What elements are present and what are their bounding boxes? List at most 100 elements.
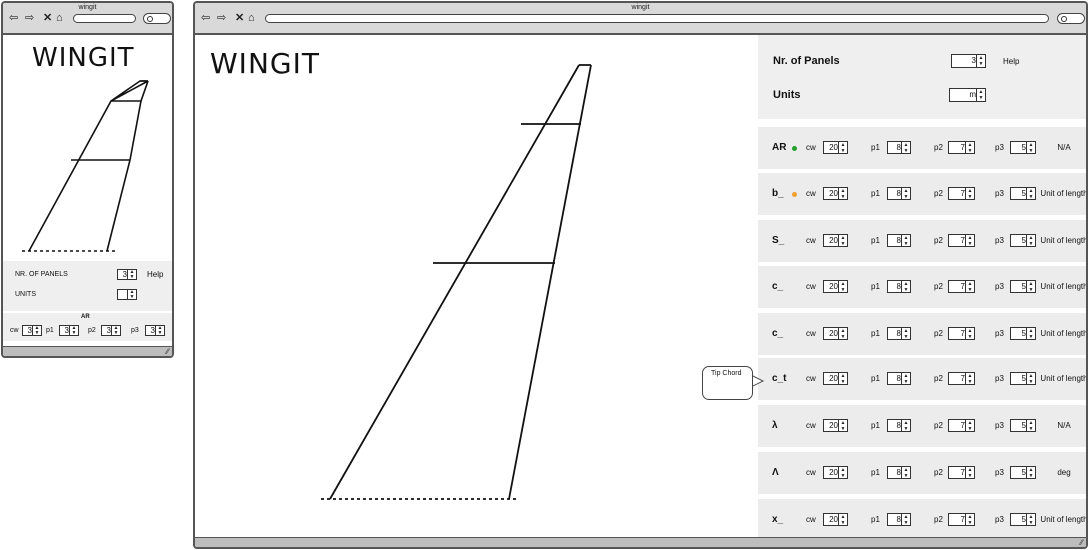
spin-arrows-icon[interactable]: ▲ ▼ (901, 373, 910, 385)
spin-arrows-icon[interactable]: ▲ ▼ (838, 142, 847, 154)
mobile-panels-stepper[interactable]: 3 ▲ ▼ (117, 269, 137, 280)
cw-stepper[interactable]: 20 ▲ ▼ (823, 280, 848, 293)
spin-arrows-icon[interactable]: ▲ ▼ (1026, 188, 1035, 200)
spin-arrows-icon[interactable]: ▲ ▼ (901, 467, 910, 479)
desktop-search-box[interactable] (1057, 13, 1085, 24)
spin-arrows-icon[interactable]: ▲ ▼ (1026, 142, 1035, 154)
cw-stepper[interactable]: 20 ▲ ▼ (823, 234, 848, 247)
resize-grip-icon[interactable]: ∕∕ (1080, 538, 1083, 547)
spin-arrows-icon[interactable]: ▲ ▼ (965, 514, 974, 526)
spin-arrows-icon[interactable]: ▲ ▼ (838, 373, 847, 385)
spin-arrows-icon[interactable]: ▲ ▼ (127, 290, 136, 300)
spin-arrows-icon[interactable]: ▲ ▼ (901, 328, 910, 340)
spin-arrows-icon[interactable]: ▲ ▼ (901, 281, 910, 293)
spin-arrows-icon[interactable]: ▲ ▼ (1026, 281, 1035, 293)
p1-stepper[interactable]: 8 ▲ ▼ (887, 234, 911, 247)
p3-stepper[interactable]: 5 ▲ ▼ (1010, 280, 1036, 293)
spin-arrows-icon[interactable]: ▲ ▼ (965, 467, 974, 479)
p3-stepper[interactable]: 5 ▲ ▼ (1010, 187, 1036, 200)
p2-stepper[interactable]: 7 ▲ ▼ (948, 466, 975, 479)
spin-arrows-icon[interactable]: ▲ ▼ (838, 467, 847, 479)
p1-stepper[interactable]: 8 ▲ ▼ (887, 280, 911, 293)
spin-arrows-icon[interactable]: ▲ ▼ (1026, 373, 1035, 385)
help-link[interactable]: Help (1003, 57, 1019, 66)
spin-arrows-icon[interactable]: ▲ ▼ (32, 326, 41, 336)
spin-arrows-icon[interactable]: ▲ ▼ (1026, 328, 1035, 340)
p2-stepper[interactable]: 7 ▲ ▼ (948, 513, 975, 526)
p2-stepper[interactable]: 7 ▲ ▼ (948, 327, 975, 340)
parameter-rows: AR cw 20 ▲ ▼ p1 8 ▲ ▼ p2 7 ▲ ▼ p3 5 ▲ ▼ N/A b_ cw 20 ▲ ▼ p1 8 ▲ ▼ p… (758, 124, 1086, 544)
p1-stepper[interactable]: 8 ▲ ▼ (887, 513, 911, 526)
spin-arrows-icon[interactable]: ▲ ▼ (965, 188, 974, 200)
spin-arrows-icon[interactable]: ▲ ▼ (1026, 467, 1035, 479)
mobile-units-stepper[interactable]: ▲ ▼ (117, 289, 137, 300)
spin-arrows-icon[interactable]: ▲ ▼ (838, 420, 847, 432)
cw-stepper[interactable]: 20 ▲ ▼ (823, 466, 848, 479)
spin-arrows-icon[interactable]: ▲ ▼ (901, 188, 910, 200)
p2-stepper[interactable]: 7 ▲ ▼ (948, 234, 975, 247)
spin-arrows-icon[interactable]: ▲ ▼ (901, 235, 910, 247)
p3-stepper[interactable]: 5 ▲ ▼ (1010, 466, 1036, 479)
p2-stepper[interactable]: 7 ▲ ▼ (948, 419, 975, 432)
p3-stepper[interactable]: 5 ▲ ▼ (1010, 141, 1036, 154)
spin-arrows-icon[interactable]: ▲ ▼ (901, 420, 910, 432)
p1-stepper[interactable]: 8 ▲ ▼ (887, 466, 911, 479)
cw-stepper[interactable]: 20 ▲ ▼ (823, 513, 848, 526)
spin-arrows-icon[interactable]: ▲ ▼ (1026, 514, 1035, 526)
p3-stepper[interactable]: 5 ▲ ▼ (1010, 372, 1036, 385)
spin-arrows-icon[interactable]: ▲ ▼ (1026, 420, 1035, 432)
spin-arrows-icon[interactable]: ▲ ▼ (976, 55, 985, 67)
spin-arrows-icon[interactable]: ▲ ▼ (965, 373, 974, 385)
p2-stepper[interactable]: 7 ▲ ▼ (948, 187, 975, 200)
spin-arrows-icon[interactable]: ▲ ▼ (838, 281, 847, 293)
spin-arrows-icon[interactable]: ▲ ▼ (838, 514, 847, 526)
cw-stepper[interactable]: 20 ▲ ▼ (823, 187, 848, 200)
p3-stepper[interactable]: 5 ▲ ▼ (1010, 419, 1036, 432)
mobile-help-link[interactable]: Help (147, 270, 163, 279)
p3-stepper[interactable]: 5 ▲ ▼ (1010, 327, 1036, 340)
spin-arrows-icon[interactable]: ▲ ▼ (838, 235, 847, 247)
cw-stepper[interactable]: 20 ▲ ▼ (823, 327, 848, 340)
p2-stepper[interactable]: 7 ▲ ▼ (948, 372, 975, 385)
p2-stepper[interactable]: 7 ▲ ▼ (948, 280, 975, 293)
tooltip-pointer (751, 375, 765, 388)
resize-grip-icon[interactable]: ∕∕ (166, 347, 169, 356)
p1-stepper[interactable]: 8 ▲ ▼ (887, 372, 911, 385)
spin-arrows-icon[interactable]: ▲ ▼ (965, 235, 974, 247)
spin-arrows-icon[interactable]: ▲ ▼ (1026, 235, 1035, 247)
spin-arrows-icon[interactable]: ▲ ▼ (69, 326, 78, 336)
spin-arrows-icon[interactable]: ▲ ▼ (155, 326, 164, 336)
spin-arrows-icon[interactable]: ▲ ▼ (965, 420, 974, 432)
mobile-cw-stepper[interactable]: 3 ▲ ▼ (22, 325, 42, 336)
p1-label: p1 (871, 189, 880, 198)
spin-arrows-icon[interactable]: ▲ ▼ (965, 328, 974, 340)
spin-arrows-icon[interactable]: ▲ ▼ (965, 142, 974, 154)
spin-arrows-icon[interactable]: ▲ ▼ (127, 270, 136, 280)
p1-stepper[interactable]: 8 ▲ ▼ (887, 141, 911, 154)
mobile-p2-stepper[interactable]: 3 ▲ ▼ (101, 325, 121, 336)
spin-arrows-icon[interactable]: ▲ ▼ (838, 188, 847, 200)
p3-stepper[interactable]: 5 ▲ ▼ (1010, 234, 1036, 247)
spin-arrows-icon[interactable]: ▲ ▼ (838, 328, 847, 340)
panels-stepper[interactable]: 3 ▲ ▼ (951, 54, 986, 68)
cw-label: cw (806, 421, 816, 430)
cw-stepper[interactable]: 20 ▲ ▼ (823, 419, 848, 432)
spin-arrows-icon[interactable]: ▲ ▼ (111, 326, 120, 336)
p1-stepper[interactable]: 8 ▲ ▼ (887, 419, 911, 432)
mobile-p3-stepper[interactable]: 3 ▲ ▼ (145, 325, 165, 336)
units-dropdown[interactable]: m ▲ ▼ (949, 88, 986, 102)
p1-stepper[interactable]: 8 ▲ ▼ (887, 327, 911, 340)
mobile-wing-planform (22, 80, 149, 252)
spin-arrows-icon[interactable]: ▲ ▼ (901, 514, 910, 526)
cw-label: cw (806, 329, 816, 338)
mobile-p1-stepper[interactable]: 3 ▲ ▼ (59, 325, 79, 336)
cw-stepper[interactable]: 20 ▲ ▼ (823, 372, 848, 385)
spin-arrows-icon[interactable]: ▲ ▼ (901, 142, 910, 154)
p1-stepper[interactable]: 8 ▲ ▼ (887, 187, 911, 200)
cw-stepper[interactable]: 20 ▲ ▼ (823, 141, 848, 154)
p3-stepper[interactable]: 5 ▲ ▼ (1010, 513, 1036, 526)
p2-stepper[interactable]: 7 ▲ ▼ (948, 141, 975, 154)
cw-label: cw (806, 515, 816, 524)
spin-arrows-icon[interactable]: ▲ ▼ (965, 281, 974, 293)
spin-arrows-icon[interactable]: ▲ ▼ (976, 89, 985, 101)
